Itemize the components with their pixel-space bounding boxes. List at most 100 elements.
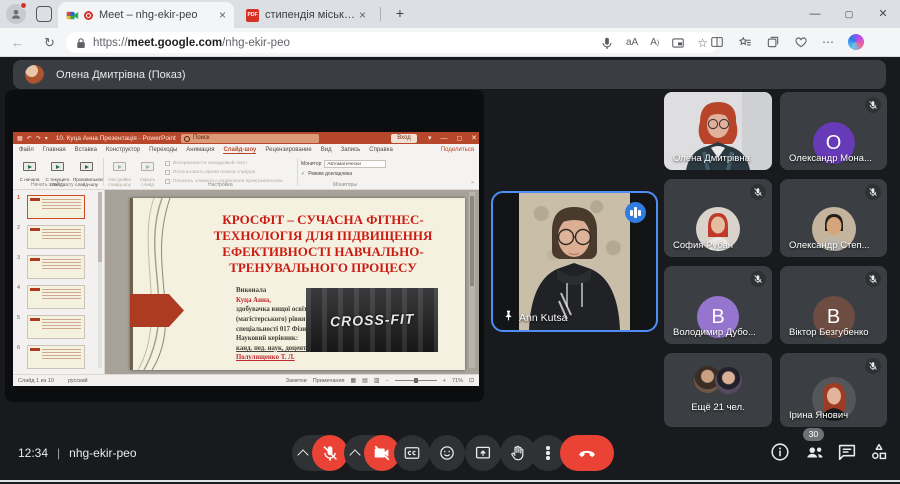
checkbox-play-narration[interactable]: Воспроизвести закадровый текст <box>165 159 283 168</box>
picture-in-picture-icon[interactable] <box>671 36 685 50</box>
settings-more-icon[interactable]: ⋯ <box>822 35 834 49</box>
ppt-share-button[interactable]: Поделиться <box>441 144 474 156</box>
view-normal-icon[interactable]: ▦ <box>351 377 357 384</box>
address-bar[interactable]: https://meet.google.com/nhg-ekir-peo aA … <box>66 32 718 53</box>
ppt-restore-button[interactable]: ▢ <box>456 135 462 142</box>
tab-pdf[interactable]: PDF стипендія міської ради.PDF × <box>238 2 374 28</box>
ppt-signin-button[interactable]: Вход <box>391 134 417 143</box>
slide-thumbnail-2[interactable]: 2 <box>17 225 85 249</box>
view-sorter-icon[interactable]: ▤ <box>362 377 368 384</box>
voice-search-icon[interactable] <box>600 36 614 50</box>
tab-meet[interactable]: Meet – nhg-ekir-peo × <box>58 2 234 28</box>
fit-slide-icon[interactable]: ⊡ <box>469 377 474 384</box>
tab-close-icon[interactable]: × <box>219 8 226 22</box>
copilot-icon[interactable] <box>848 34 864 50</box>
mic-muted-button[interactable] <box>312 435 348 471</box>
translate-icon[interactable]: aA <box>626 37 638 48</box>
view-reading-icon[interactable]: ▥ <box>374 377 380 384</box>
meeting-code: nhg-ekir-peo <box>69 446 136 460</box>
zoom-in-button[interactable]: + <box>443 378 446 384</box>
slide-thumbnail-1[interactable]: 1 <box>17 195 85 219</box>
participant-tile-stepanov[interactable]: Олександр Степ... <box>780 179 887 257</box>
checkbox-use-timings[interactable]: Использовать время показа слайдов <box>165 168 283 177</box>
ppt-close-button[interactable]: ✕ <box>471 134 477 142</box>
ppt-tab-record[interactable]: Запись <box>341 147 361 153</box>
participant-tile-monastyrskyi[interactable]: О Олександр Мона... <box>780 92 887 170</box>
ppt-tab-animations[interactable]: Анимация <box>186 147 214 153</box>
new-tab-button[interactable]: + <box>390 4 410 24</box>
ppt-tab-review[interactable]: Рецензирование <box>265 147 311 153</box>
read-aloud-icon[interactable]: A) <box>650 37 659 48</box>
ppt-tab-transitions[interactable]: Переходы <box>149 147 177 153</box>
ppt-ribbon-options-icon[interactable]: ▾ <box>428 134 432 142</box>
participant-tile-ruban[interactable]: София Рубан <box>664 179 772 257</box>
captions-button[interactable] <box>394 435 430 471</box>
ppt-window-controls: ▾ — ▢ ✕ <box>428 132 477 144</box>
ppt-tab-help[interactable]: Справка <box>369 147 393 153</box>
maximize-button[interactable]: ▢ <box>832 0 866 28</box>
participant-tile-olena[interactable]: Олена Дмитрівна <box>664 92 772 170</box>
ppt-tab-home[interactable]: Главная <box>43 147 66 153</box>
camera-options-chevron-icon[interactable] <box>349 449 360 460</box>
collections-icon[interactable] <box>766 35 780 49</box>
participant-tile-yanovych[interactable]: Ірина Янович <box>780 353 887 427</box>
ppt-tab-file[interactable]: Файл <box>19 147 34 153</box>
browser-essentials-icon[interactable] <box>794 35 808 49</box>
close-window-button[interactable]: ✕ <box>866 0 900 28</box>
ppt-minimize-button[interactable]: — <box>440 135 447 142</box>
comments-button[interactable]: Примечания <box>313 378 345 384</box>
ppt-tab-view[interactable]: Вид <box>321 147 332 153</box>
notes-button[interactable]: Заметки <box>286 378 307 384</box>
hide-slide-button[interactable]: Скрыть слайд <box>134 158 161 188</box>
profile-avatar[interactable] <box>6 4 26 24</box>
setup-slideshow-button[interactable]: Настройка слайд-шоу <box>106 158 133 188</box>
collapse-ribbon-icon[interactable]: ⌃ <box>470 181 475 188</box>
tab-title: Meet – nhg-ekir-peo <box>99 9 215 21</box>
screen-share-tile[interactable]: ▦↶↷▾ 10. Куца Анна Презентація - PowerPo… <box>5 90 484 402</box>
custom-slideshow-button[interactable]: Произвольное слайд-шоу <box>73 158 100 188</box>
quick-access-toolbar[interactable]: ▦↶↷▾ <box>17 135 48 142</box>
activities-button[interactable] <box>868 441 890 463</box>
slide-thumbnail-6[interactable]: 6 <box>17 345 85 369</box>
thumbnail-scrollbar[interactable] <box>98 192 102 368</box>
participant-tile-dubovyk[interactable]: В Володимир Дубо... <box>664 266 772 344</box>
slide-thumbnail-3[interactable]: 3 <box>17 255 85 279</box>
favorite-star-icon[interactable]: ☆ <box>697 36 708 50</box>
favorites-hub-icon[interactable] <box>738 35 752 49</box>
ribbon-separator <box>103 158 104 186</box>
ppt-tab-insert[interactable]: Вставка <box>75 147 97 153</box>
refresh-button[interactable]: ↻ <box>40 33 59 52</box>
browser-toolbar: ← ↻ https://meet.google.com/nhg-ekir-peo… <box>0 28 900 57</box>
ppt-tab-design[interactable]: Конструктор <box>106 147 140 153</box>
reactions-button[interactable] <box>429 435 465 471</box>
ppt-tab-slideshow[interactable]: Слайд-шоу <box>223 147 256 154</box>
slide-thumbnail-5[interactable]: 5 <box>17 315 85 339</box>
slide-scrollbar[interactable] <box>469 192 475 368</box>
mic-options-chevron-icon[interactable] <box>297 449 308 460</box>
show-everyone-button[interactable] <box>804 441 826 463</box>
language-indicator[interactable]: русский <box>68 378 88 384</box>
ribbon-separator <box>297 158 298 186</box>
present-screen-button[interactable] <box>465 435 501 471</box>
participant-tile-overflow[interactable]: Ещё 21 чел. <box>664 353 772 427</box>
slide-thumbnail-panel[interactable]: 1 2 3 4 5 6 <box>13 190 105 374</box>
back-button[interactable]: ← <box>8 33 27 52</box>
chat-button[interactable] <box>836 441 858 463</box>
meeting-details-button[interactable] <box>769 441 791 463</box>
tab-close-icon[interactable]: × <box>359 8 366 22</box>
participant-tile-bezgubenko[interactable]: В Віктор Безгубенко <box>780 266 887 344</box>
presenter-mode-checkbox[interactable]: ✓Режим докладчика <box>301 169 386 179</box>
ppt-search-box[interactable]: Поиск <box>181 134 319 143</box>
tab-actions-icon[interactable] <box>36 6 52 22</box>
leave-call-button[interactable] <box>560 435 614 471</box>
window-bottom-border <box>0 480 900 482</box>
minimize-button[interactable]: — <box>798 0 832 28</box>
slide-thumbnail-4[interactable]: 4 <box>17 285 85 309</box>
zoom-out-button[interactable]: − <box>386 378 389 384</box>
zoom-level[interactable]: 71% <box>452 378 463 384</box>
monitor-dropdown[interactable]: Автоматически <box>324 160 386 168</box>
split-screen-icon[interactable] <box>710 35 724 49</box>
zoom-slider[interactable] <box>395 380 437 381</box>
pinned-speaker-tile[interactable]: Ann Kutsa <box>491 191 658 332</box>
slideshow-from-start-button[interactable]: С начала <box>16 158 43 182</box>
